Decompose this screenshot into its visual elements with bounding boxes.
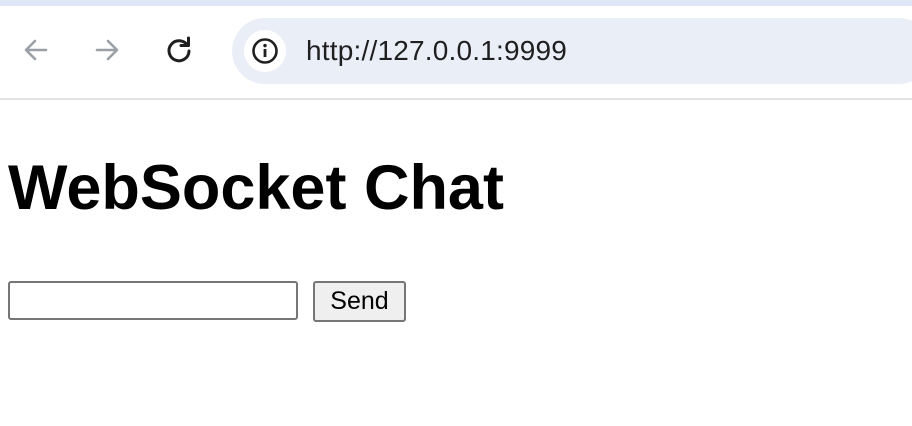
- browser-toolbar: http://127.0.0.1:9999: [0, 6, 912, 100]
- arrow-right-icon: [95, 39, 119, 61]
- url-text[interactable]: http://127.0.0.1:9999: [306, 35, 567, 67]
- send-button[interactable]: Send: [313, 281, 406, 322]
- reload-icon: [167, 36, 191, 63]
- message-input[interactable]: [8, 281, 298, 320]
- page-title: WebSocket Chat: [8, 153, 504, 223]
- address-bar[interactable]: http://127.0.0.1:9999: [232, 18, 912, 84]
- site-info-button[interactable]: [244, 30, 286, 72]
- info-icon: [252, 38, 278, 64]
- back-button[interactable]: [16, 30, 56, 70]
- arrow-left-icon: [24, 39, 48, 61]
- page-content: WebSocket Chat Send: [0, 100, 912, 426]
- reload-button[interactable]: [159, 30, 199, 70]
- forward-button[interactable]: [87, 30, 127, 70]
